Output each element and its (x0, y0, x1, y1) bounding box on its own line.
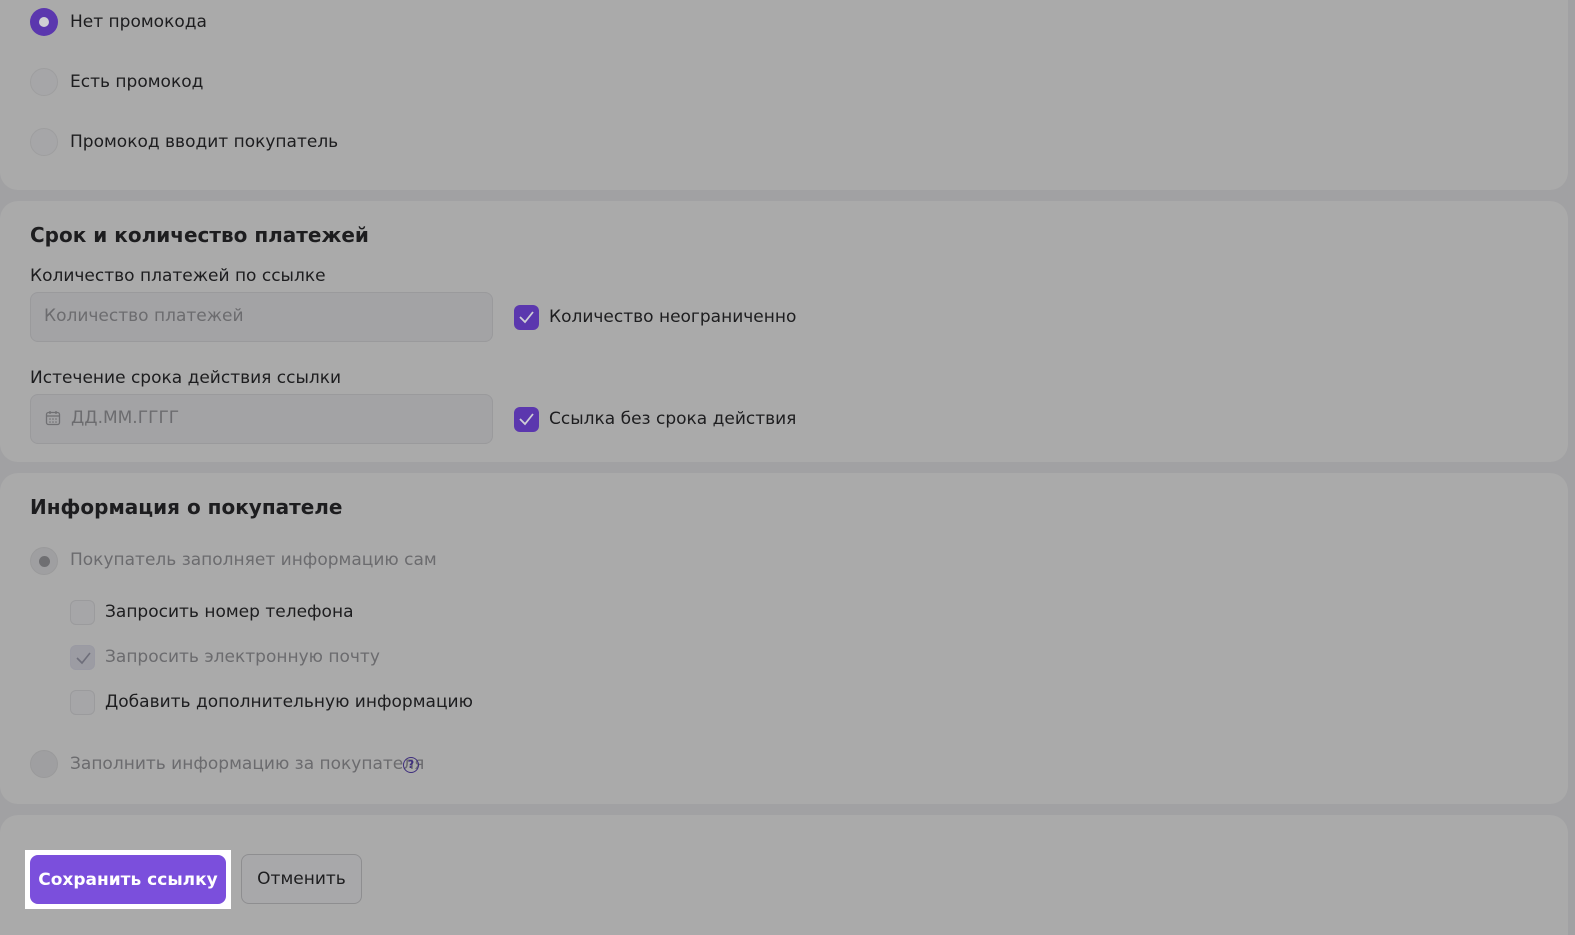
count-unlimited-label[interactable]: Количество неограниченно (549, 306, 796, 328)
expiry-date-input[interactable]: ДД.ММ.ГГГГ (30, 394, 493, 444)
self-fill-label[interactable]: Покупатель заполняет информацию сам (70, 549, 437, 571)
self-fill-radio[interactable] (30, 547, 58, 575)
term-section-title: Срок и количество платежей (30, 223, 369, 247)
additional-info-checkbox[interactable] (70, 690, 95, 715)
check-icon (519, 413, 534, 426)
calendar-icon (45, 411, 61, 426)
term-section: Срок и количество платежей Количество пл… (0, 201, 1568, 462)
additional-info-label[interactable]: Добавить дополнительную информацию (105, 691, 473, 713)
cancel-button[interactable]: Отменить (241, 854, 362, 904)
buyer-section-title: Информация о покупателе (30, 495, 343, 519)
buyer-section: Информация о покупателе Покупатель запол… (0, 473, 1568, 804)
actions-section (0, 815, 1568, 935)
promo-have-label[interactable]: Есть промокод (70, 71, 203, 93)
expiry-date-placeholder: ДД.ММ.ГГГГ (71, 408, 180, 428)
promo-section: Нет промокода Есть промокод Промокод вво… (0, 0, 1568, 190)
request-phone-label[interactable]: Запросить номер телефона (105, 601, 354, 623)
promo-have-radio[interactable] (30, 68, 58, 96)
request-email-label[interactable]: Запросить электронную почту (105, 646, 380, 668)
count-unlimited-checkbox[interactable] (514, 305, 539, 330)
promo-none-label[interactable]: Нет промокода (70, 11, 207, 33)
no-expiry-label[interactable]: Ссылка без срока действия (549, 408, 796, 430)
fill-for-buyer-radio[interactable] (30, 750, 58, 778)
no-expiry-checkbox[interactable] (514, 407, 539, 432)
save-link-button[interactable]: Сохранить ссылку (30, 855, 226, 904)
check-icon (519, 311, 534, 324)
promo-buyer-enters-label[interactable]: Промокод вводит покупатель (70, 131, 338, 153)
request-email-checkbox[interactable] (70, 645, 95, 670)
promo-buyer-enters-radio[interactable] (30, 128, 58, 156)
request-phone-checkbox[interactable] (70, 600, 95, 625)
promo-none-radio[interactable] (30, 8, 58, 36)
check-icon (76, 652, 91, 665)
fill-for-buyer-label[interactable]: Заполнить информацию за покупателя (70, 753, 424, 775)
payment-count-input[interactable]: Количество платежей (30, 292, 493, 342)
expiry-label: Истечение срока действия ссылки (30, 368, 342, 388)
help-icon[interactable]: ? (403, 757, 419, 773)
payment-count-label: Количество платежей по ссылке (30, 266, 326, 286)
